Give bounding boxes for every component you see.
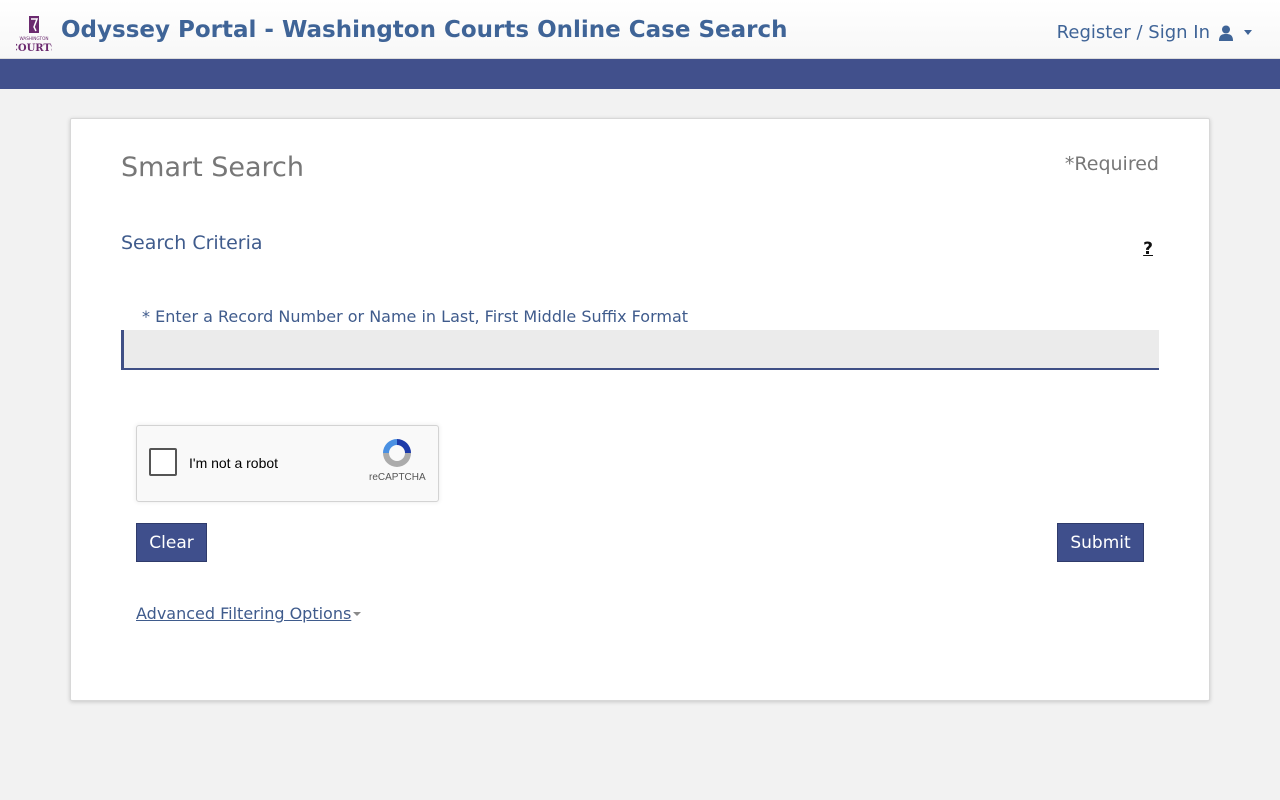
smart-search-card: Smart Search *Required Search Criteria ?…: [70, 118, 1210, 701]
page-title: Smart Search: [121, 152, 305, 183]
svg-text:COURTS: COURTS: [16, 43, 52, 53]
svg-text:WASHINGTON: WASHINGTON: [19, 36, 48, 41]
recaptcha-widget: I'm not a robot reCAPTCHA: [136, 425, 439, 502]
advanced-filtering-label: Advanced Filtering Options: [136, 604, 352, 623]
recaptcha-checkbox[interactable]: [149, 448, 177, 476]
recaptcha-label: I'm not a robot: [189, 455, 279, 471]
search-criteria-heading: Search Criteria: [121, 232, 263, 254]
washington-courts-logo[interactable]: WASHINGTON COURTS: [16, 15, 52, 53]
advanced-filtering-link[interactable]: Advanced Filtering Options: [136, 604, 362, 623]
submit-button[interactable]: Submit: [1057, 523, 1144, 562]
search-field-label: * Enter a Record Number or Name in Last,…: [142, 307, 689, 326]
top-header: WASHINGTON COURTS Odyssey Portal - Washi…: [0, 0, 1280, 59]
signin-label: Register / Sign In: [1056, 22, 1210, 43]
user-icon: [1219, 25, 1233, 41]
caret-down-icon: [353, 611, 362, 616]
help-icon[interactable]: ?: [1143, 239, 1153, 259]
nav-bar: [0, 59, 1280, 89]
app-title: Odyssey Portal - Washington Courts Onlin…: [61, 17, 788, 43]
register-signin-menu[interactable]: Register / Sign In: [1057, 22, 1252, 43]
recaptcha-brand: reCAPTCHA: [369, 472, 426, 483]
required-note: *Required: [1064, 153, 1159, 175]
search-input[interactable]: [121, 330, 1159, 370]
recaptcha-icon: [383, 439, 411, 467]
chevron-down-icon: [1244, 30, 1252, 35]
clear-button[interactable]: Clear: [136, 523, 207, 562]
